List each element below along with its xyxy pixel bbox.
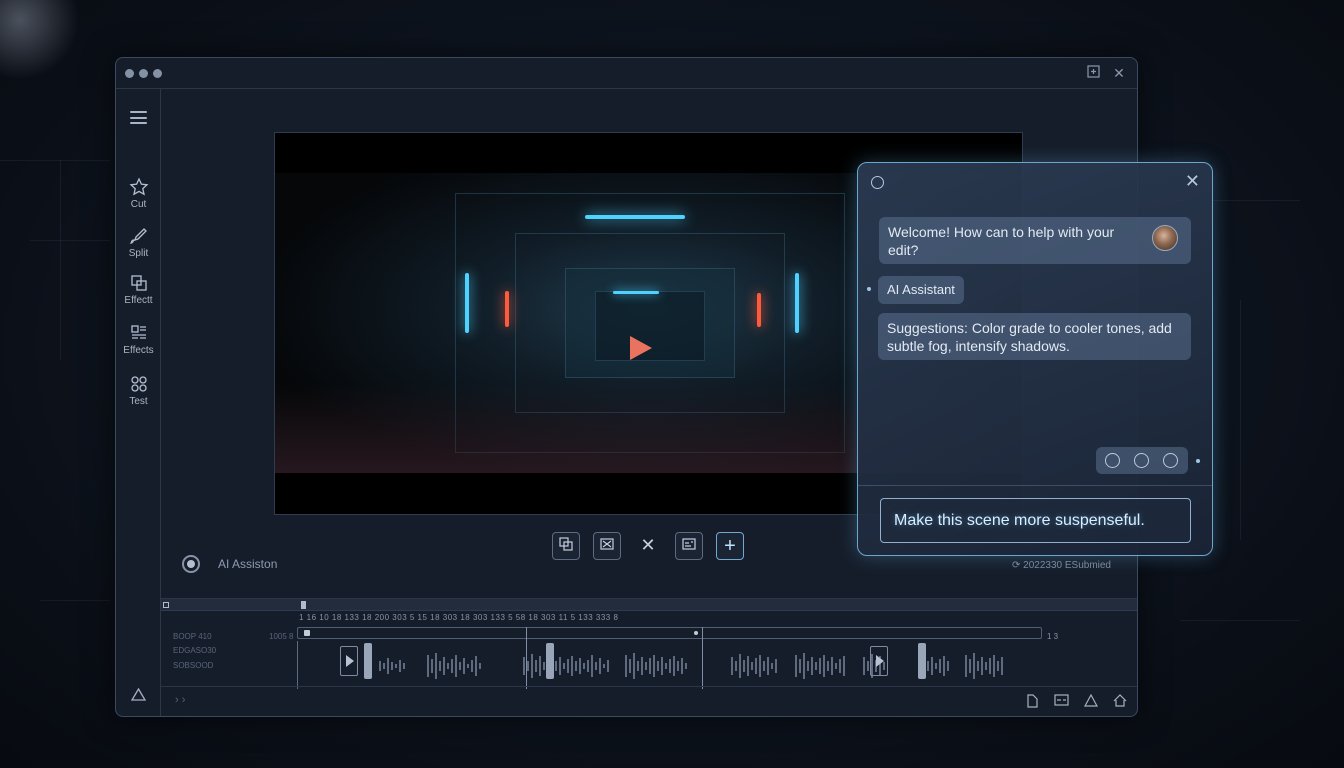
trim-handle[interactable]: [546, 643, 554, 679]
reaction-bar: [1096, 447, 1188, 474]
bottom-toolbar: › ›: [161, 686, 1137, 716]
track-play-icon[interactable]: [870, 646, 888, 676]
clip-bar[interactable]: [297, 627, 1042, 639]
tool-label: Test: [129, 396, 148, 407]
audio-track[interactable]: [297, 627, 1042, 689]
tool-sidebar: Cut Split Effectt Effects Test: [116, 89, 161, 716]
tool-label: Effects: [123, 345, 154, 356]
maximize-icon[interactable]: [1085, 65, 1101, 81]
playhead-marker[interactable]: [301, 601, 306, 609]
track-label: EDGASO30: [173, 646, 217, 655]
close-x-button[interactable]: ✕: [634, 532, 662, 560]
trim-button[interactable]: [593, 532, 621, 560]
status-text: ⟳ 2022330 ESubmied: [1012, 560, 1111, 571]
welcome-text: Welcome! How can to help with your edit?: [888, 224, 1115, 258]
close-icon[interactable]: ✕: [1185, 172, 1200, 190]
trim-handle[interactable]: [918, 643, 926, 679]
window-dot[interactable]: [153, 69, 162, 78]
add-button[interactable]: +: [716, 532, 744, 560]
corner-glow: [0, 0, 80, 80]
tool-effects[interactable]: Effects: [116, 323, 161, 356]
timeline-ruler[interactable]: [161, 599, 1137, 611]
document-icon[interactable]: [1025, 694, 1040, 709]
bg-line: [0, 160, 110, 161]
layers-icon: [130, 275, 147, 291]
sync-icon: ⟳: [1011, 560, 1024, 571]
reaction-icon[interactable]: [1134, 453, 1149, 468]
tool-label: Effectt: [124, 295, 153, 306]
clip-divider[interactable]: [526, 627, 527, 689]
window-dot[interactable]: [125, 69, 134, 78]
bg-line: [30, 240, 110, 241]
media-button[interactable]: [675, 532, 703, 560]
user-avatar[interactable]: [1152, 225, 1178, 251]
ai-assistant-panel: ✕ Welcome! How can to help with your edi…: [857, 162, 1213, 556]
reaction-icon[interactable]: [1163, 453, 1178, 468]
menu-icon[interactable]: [130, 111, 147, 124]
tool-effectt[interactable]: Effectt: [116, 273, 161, 306]
tool-split[interactable]: Split: [116, 226, 161, 259]
mini-label: 1005 8: [269, 632, 294, 641]
bg-line: [1180, 620, 1300, 621]
tool-test[interactable]: Test: [116, 374, 161, 407]
status-circle-icon[interactable]: [871, 176, 884, 189]
reaction-icon[interactable]: [1105, 453, 1120, 468]
status-value: 2022330 ESubmied: [1023, 560, 1111, 571]
ruler-marker[interactable]: [163, 602, 169, 608]
home-icon[interactable]: [1112, 694, 1127, 709]
indicator-dot: [1196, 459, 1200, 463]
track-label: SOBSOOD: [173, 661, 214, 670]
bg-line: [1240, 300, 1241, 540]
track-play-icon[interactable]: [340, 646, 358, 676]
assistant-label: AI Assiston: [218, 557, 278, 571]
timeline[interactable]: 1 16 10 18 133 18 200 303 5 15 18 303 18…: [161, 598, 1137, 689]
star-icon: [128, 177, 149, 196]
trim-handle[interactable]: [364, 643, 372, 679]
circles-icon: [130, 376, 147, 392]
brush-icon: [129, 228, 147, 244]
caption-icon[interactable]: [1054, 694, 1069, 709]
bg-line: [40, 600, 110, 601]
close-icon[interactable]: ✕: [1111, 65, 1127, 81]
indicator-dot: [867, 287, 871, 291]
prompt-input[interactable]: Make this scene more suspenseful.: [880, 498, 1191, 543]
grid-icon: [130, 325, 146, 339]
bg-line: [60, 160, 61, 360]
assistant-tag: AI Assistant: [878, 276, 964, 304]
right-number: 1 3: [1047, 632, 1059, 641]
triangle-icon[interactable]: [130, 687, 147, 706]
track-label: BOOP 410: [173, 632, 212, 641]
nav-arrows[interactable]: › ›: [175, 694, 185, 706]
clip-divider[interactable]: [702, 627, 703, 689]
tool-label: Split: [128, 248, 149, 259]
title-bar: ✕: [116, 58, 1137, 89]
copy-button[interactable]: [552, 532, 580, 560]
tool-cut[interactable]: Cut: [116, 177, 161, 210]
welcome-message: Welcome! How can to help with your edit?: [879, 217, 1191, 264]
warning-icon[interactable]: [1083, 693, 1098, 709]
tool-label: Cut: [130, 199, 147, 210]
window-dot[interactable]: [139, 69, 148, 78]
divider: [858, 485, 1212, 486]
timeline-ticks: 1 16 10 18 133 18 200 303 5 15 18 303 18…: [299, 613, 619, 622]
play-icon[interactable]: [630, 336, 652, 360]
waveform: [379, 653, 1003, 679]
suggestion-message: Suggestions: Color grade to cooler tones…: [878, 313, 1191, 360]
radio-icon[interactable]: [182, 555, 200, 573]
